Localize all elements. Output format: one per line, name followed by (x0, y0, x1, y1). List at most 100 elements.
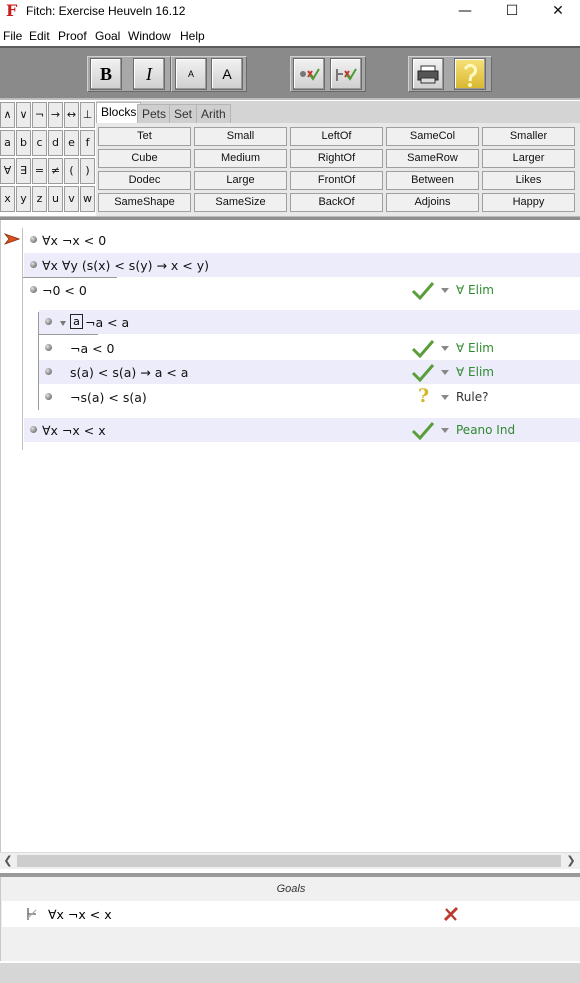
symbol-exists[interactable]: ∃ (16, 158, 31, 184)
proof-area[interactable]: ∀x ¬x < 0 ∀x ∀y (s(x) < s(y) → x < y) ¬0… (0, 220, 580, 852)
line-bullet[interactable] (45, 393, 52, 400)
line-bullet[interactable] (45, 318, 52, 325)
verify-all-icon[interactable] (330, 58, 362, 90)
proof-line-conclusion[interactable]: ∀x ¬x < x Peano Ind (24, 418, 580, 442)
boxed-constant[interactable]: a (70, 314, 83, 329)
menu-proof[interactable]: Proof (58, 29, 87, 43)
line-bullet[interactable] (30, 286, 37, 293)
symbol-e[interactable]: e (64, 130, 79, 156)
symbol-not[interactable]: ¬ (32, 102, 47, 128)
help-icon[interactable] (454, 58, 486, 90)
pred-dodec[interactable]: Dodec (98, 171, 191, 190)
pred-large[interactable]: Large (194, 171, 287, 190)
pred-smaller[interactable]: Smaller (482, 127, 575, 146)
assumption-formula[interactable]: ¬a < a (85, 315, 129, 330)
pred-tet[interactable]: Tet (98, 127, 191, 146)
premise-formula[interactable]: ∀x ∀y (s(x) < s(y) → x < y) (42, 258, 209, 273)
step-formula[interactable]: ¬0 < 0 (42, 283, 87, 298)
subproof-line-3[interactable]: ¬s(a) < s(a) ? Rule? (39, 385, 580, 409)
menu-help[interactable]: Help (180, 29, 205, 43)
symbol-d[interactable]: d (48, 130, 63, 156)
horizontal-scrollbar[interactable]: ❮ ❯ (0, 852, 580, 869)
menu-window[interactable]: Window (128, 29, 171, 43)
pred-backof[interactable]: BackOf (290, 193, 383, 212)
scroll-thumb[interactable] (17, 855, 561, 867)
symbol-z[interactable]: z (32, 186, 47, 212)
font-smaller-button[interactable]: A (175, 58, 207, 90)
pred-between[interactable]: Between (386, 171, 479, 190)
pred-medium[interactable]: Medium (194, 149, 287, 168)
italic-button[interactable]: I (133, 58, 165, 90)
scroll-left-icon[interactable]: ❮ (0, 853, 16, 870)
close-button[interactable]: ✕ (535, 0, 580, 24)
symbol-v[interactable]: v (64, 186, 79, 212)
rule-dropdown-icon[interactable] (441, 395, 449, 400)
pred-samerow[interactable]: SameRow (386, 149, 479, 168)
tab-pets[interactable]: Pets (137, 104, 172, 123)
line-bullet[interactable] (30, 261, 37, 268)
pred-likes[interactable]: Likes (482, 171, 575, 190)
symbol-equals[interactable]: = (32, 158, 47, 184)
symbol-c[interactable]: c (32, 130, 47, 156)
scroll-right-icon[interactable]: ❯ (563, 853, 579, 870)
symbol-iff[interactable]: ↔ (64, 102, 79, 128)
symbol-w[interactable]: w (80, 186, 95, 212)
subproof-line-2[interactable]: s(a) < s(a) → a < a ∀ Elim (39, 360, 580, 384)
line-bullet[interactable] (30, 236, 37, 243)
symbol-x[interactable]: x (0, 186, 15, 212)
subproof-line-1[interactable]: ¬a < 0 ∀ Elim (39, 336, 580, 360)
symbol-close-paren[interactable]: ) (80, 158, 95, 184)
menu-file[interactable]: File (3, 29, 22, 43)
maximize-button[interactable]: ☐ (489, 0, 535, 24)
pred-adjoins[interactable]: Adjoins (386, 193, 479, 212)
symbol-a[interactable]: a (0, 130, 15, 156)
pred-sameshape[interactable]: SameShape (98, 193, 191, 212)
pred-rightof[interactable]: RightOf (290, 149, 383, 168)
symbol-b[interactable]: b (16, 130, 31, 156)
tab-arith[interactable]: Arith (196, 104, 231, 123)
line-bullet[interactable] (30, 426, 37, 433)
symbol-or[interactable]: ∨ (16, 102, 31, 128)
pred-happy[interactable]: Happy (482, 193, 575, 212)
rule-dropdown-icon[interactable] (441, 428, 449, 433)
step-formula[interactable]: ¬a < 0 (70, 341, 115, 356)
rule-label[interactable]: ∀ Elim (456, 341, 494, 355)
minimize-button[interactable]: — (442, 0, 488, 24)
print-icon[interactable] (412, 58, 444, 90)
line-bullet[interactable] (45, 344, 52, 351)
proof-line-premise-2[interactable]: ∀x ∀y (s(x) < s(y) → x < y) (24, 253, 580, 277)
symbol-y[interactable]: y (16, 186, 31, 212)
rule-label[interactable]: ∀ Elim (456, 283, 494, 297)
menu-edit[interactable]: Edit (29, 29, 50, 43)
proof-line-premise-1[interactable]: ∀x ¬x < 0 (24, 228, 580, 252)
premise-formula[interactable]: ∀x ¬x < 0 (42, 233, 106, 248)
pred-small[interactable]: Small (194, 127, 287, 146)
tab-blocks[interactable]: Blocks (96, 102, 142, 123)
pred-samesize[interactable]: SameSize (194, 193, 287, 212)
symbol-f[interactable]: f (80, 130, 95, 156)
conclusion-formula[interactable]: ∀x ¬x < x (42, 423, 106, 438)
tab-set[interactable]: Set (169, 104, 198, 123)
pred-frontof[interactable]: FrontOf (290, 171, 383, 190)
step-formula[interactable]: ¬s(a) < s(a) (70, 390, 147, 405)
pred-cube[interactable]: Cube (98, 149, 191, 168)
font-larger-button[interactable]: A (211, 58, 243, 90)
symbol-implies[interactable]: → (48, 102, 63, 128)
step-formula[interactable]: s(a) < s(a) → a < a (70, 365, 188, 380)
pred-larger[interactable]: Larger (482, 149, 575, 168)
pred-samecol[interactable]: SameCol (386, 127, 479, 146)
goal-item[interactable]: ∀x ¬x < x (2, 901, 580, 927)
symbol-and[interactable]: ∧ (0, 102, 15, 128)
symbol-bottom[interactable]: ⊥ (80, 102, 95, 128)
symbol-forall[interactable]: ∀ (0, 158, 15, 184)
symbol-open-paren[interactable]: ( (64, 158, 79, 184)
rule-label[interactable]: Rule? (456, 390, 489, 404)
proof-line-step-1[interactable]: ¬0 < 0 ∀ Elim (24, 278, 580, 302)
goal-formula[interactable]: ∀x ¬x < x (48, 907, 112, 922)
pred-leftof[interactable]: LeftOf (290, 127, 383, 146)
symbol-not-equals[interactable]: ≠ (48, 158, 63, 184)
symbol-u[interactable]: u (48, 186, 63, 212)
rule-label[interactable]: Peano Ind (456, 423, 515, 437)
subproof-assumption-line[interactable]: a ¬a < a (39, 310, 580, 334)
rule-dropdown-icon[interactable] (441, 370, 449, 375)
